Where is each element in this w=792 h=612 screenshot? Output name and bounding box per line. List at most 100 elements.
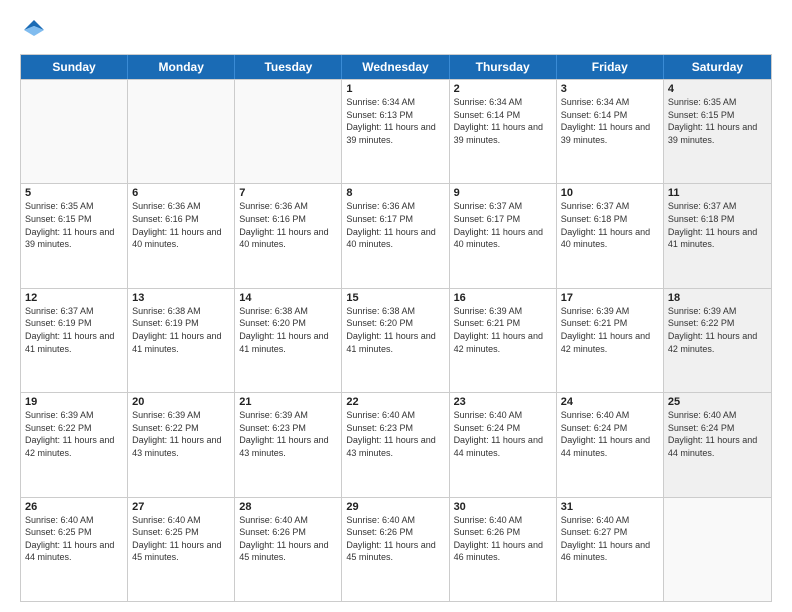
- day-number: 3: [561, 83, 659, 95]
- cell-info: Sunrise: 6:39 AM Sunset: 6:23 PM Dayligh…: [239, 409, 337, 459]
- day-number: 31: [561, 501, 659, 513]
- day-number: 30: [454, 501, 552, 513]
- cal-header-cell-sunday: Sunday: [21, 55, 128, 79]
- cal-cell: 12Sunrise: 6:37 AM Sunset: 6:19 PM Dayli…: [21, 289, 128, 392]
- cell-info: Sunrise: 6:36 AM Sunset: 6:16 PM Dayligh…: [239, 200, 337, 250]
- cell-info: Sunrise: 6:34 AM Sunset: 6:14 PM Dayligh…: [561, 96, 659, 146]
- day-number: 4: [668, 83, 767, 95]
- day-number: 29: [346, 501, 444, 513]
- cell-info: Sunrise: 6:40 AM Sunset: 6:24 PM Dayligh…: [454, 409, 552, 459]
- cal-cell: 17Sunrise: 6:39 AM Sunset: 6:21 PM Dayli…: [557, 289, 664, 392]
- header: [20, 16, 772, 44]
- day-number: 25: [668, 396, 767, 408]
- day-number: 1: [346, 83, 444, 95]
- day-number: 10: [561, 187, 659, 199]
- day-number: 11: [668, 187, 767, 199]
- page: SundayMondayTuesdayWednesdayThursdayFrid…: [0, 0, 792, 612]
- cell-info: Sunrise: 6:37 AM Sunset: 6:17 PM Dayligh…: [454, 200, 552, 250]
- cell-info: Sunrise: 6:38 AM Sunset: 6:19 PM Dayligh…: [132, 305, 230, 355]
- cal-week-row-4: 26 Sunrise: 6:40 AM Sunset: 6:25 PM Dayli…: [21, 497, 771, 601]
- day-number: 23: [454, 396, 552, 408]
- cell-info: Sunrise: 6:40 AM Sunset: 6:26 PM Dayligh…: [239, 514, 337, 564]
- day-number: 21: [239, 396, 337, 408]
- cal-cell: 3Sunrise: 6:34 AM Sunset: 6:14 PM Daylig…: [557, 80, 664, 183]
- cal-cell: 6Sunrise: 6:36 AM Sunset: 6:16 PM Daylig…: [128, 184, 235, 287]
- cell-info: Sunrise: 6:35 AM Sunset: 6:15 PM Dayligh…: [668, 96, 767, 146]
- calendar-header-row: SundayMondayTuesdayWednesdayThursdayFrid…: [21, 55, 771, 79]
- cell-info: Sunrise: 6:40 AM Sunset: 6:25 PM Dayligh…: [132, 514, 230, 564]
- cal-cell: 7Sunrise: 6:36 AM Sunset: 6:16 PM Daylig…: [235, 184, 342, 287]
- cal-cell: 29Sunrise: 6:40 AM Sunset: 6:26 PM Dayli…: [342, 498, 449, 601]
- cal-cell: 23Sunrise: 6:40 AM Sunset: 6:24 PM Dayli…: [450, 393, 557, 496]
- day-number: 5: [25, 187, 123, 199]
- cal-cell: 13Sunrise: 6:38 AM Sunset: 6:19 PM Dayli…: [128, 289, 235, 392]
- cal-cell: 27Sunrise: 6:40 AM Sunset: 6:25 PM Dayli…: [128, 498, 235, 601]
- cal-cell: 1Sunrise: 6:34 AM Sunset: 6:13 PM Daylig…: [342, 80, 449, 183]
- day-number: 2: [454, 83, 552, 95]
- cell-info: Sunrise: 6:39 AM Sunset: 6:21 PM Dayligh…: [454, 305, 552, 355]
- cal-cell: [235, 80, 342, 183]
- cell-info: Sunrise: 6:39 AM Sunset: 6:21 PM Dayligh…: [561, 305, 659, 355]
- cell-info: Sunrise: 6:40 AM Sunset: 6:26 PM Dayligh…: [454, 514, 552, 564]
- cell-info: Sunrise: 6:34 AM Sunset: 6:14 PM Dayligh…: [454, 96, 552, 146]
- cal-cell: 8Sunrise: 6:36 AM Sunset: 6:17 PM Daylig…: [342, 184, 449, 287]
- calendar: SundayMondayTuesdayWednesdayThursdayFrid…: [20, 54, 772, 602]
- cell-info: Sunrise: 6:40 AM Sunset: 6:26 PM Dayligh…: [346, 514, 444, 564]
- cal-cell: 28Sunrise: 6:40 AM Sunset: 6:26 PM Dayli…: [235, 498, 342, 601]
- cal-cell: 25Sunrise: 6:40 AM Sunset: 6:24 PM Dayli…: [664, 393, 771, 496]
- cal-header-cell-saturday: Saturday: [664, 55, 771, 79]
- day-number: 14: [239, 292, 337, 304]
- cal-week-row-1: 5Sunrise: 6:35 AM Sunset: 6:15 PM Daylig…: [21, 183, 771, 287]
- cell-info: Sunrise: 6:36 AM Sunset: 6:17 PM Dayligh…: [346, 200, 444, 250]
- cell-info: Sunrise: 6:39 AM Sunset: 6:22 PM Dayligh…: [668, 305, 767, 355]
- cal-cell: 16Sunrise: 6:39 AM Sunset: 6:21 PM Dayli…: [450, 289, 557, 392]
- cal-cell: 9Sunrise: 6:37 AM Sunset: 6:17 PM Daylig…: [450, 184, 557, 287]
- cal-cell: 4Sunrise: 6:35 AM Sunset: 6:15 PM Daylig…: [664, 80, 771, 183]
- day-number: 19: [25, 396, 123, 408]
- cell-info: Sunrise: 6:38 AM Sunset: 6:20 PM Dayligh…: [239, 305, 337, 355]
- cal-header-cell-wednesday: Wednesday: [342, 55, 449, 79]
- day-number: 20: [132, 396, 230, 408]
- cal-cell: [21, 80, 128, 183]
- cal-cell: 31Sunrise: 6:40 AM Sunset: 6:27 PM Dayli…: [557, 498, 664, 601]
- cal-cell: [664, 498, 771, 601]
- day-number: 18: [668, 292, 767, 304]
- cal-header-cell-thursday: Thursday: [450, 55, 557, 79]
- cal-cell: 10Sunrise: 6:37 AM Sunset: 6:18 PM Dayli…: [557, 184, 664, 287]
- cell-info: Sunrise: 6:40 AM Sunset: 6:27 PM Dayligh…: [561, 514, 659, 564]
- cal-cell: 5Sunrise: 6:35 AM Sunset: 6:15 PM Daylig…: [21, 184, 128, 287]
- cell-info: Sunrise: 6:39 AM Sunset: 6:22 PM Dayligh…: [132, 409, 230, 459]
- day-number: 26: [25, 501, 123, 513]
- cell-info: Sunrise: 6:39 AM Sunset: 6:22 PM Dayligh…: [25, 409, 123, 459]
- cal-cell: 15Sunrise: 6:38 AM Sunset: 6:20 PM Dayli…: [342, 289, 449, 392]
- day-number: 28: [239, 501, 337, 513]
- day-number: 17: [561, 292, 659, 304]
- cal-cell: 2Sunrise: 6:34 AM Sunset: 6:14 PM Daylig…: [450, 80, 557, 183]
- cell-info: Sunrise: 6:40 AM Sunset: 6:24 PM Dayligh…: [561, 409, 659, 459]
- cal-cell: 21Sunrise: 6:39 AM Sunset: 6:23 PM Dayli…: [235, 393, 342, 496]
- day-number: 7: [239, 187, 337, 199]
- cal-cell: 24Sunrise: 6:40 AM Sunset: 6:24 PM Dayli…: [557, 393, 664, 496]
- day-number: 13: [132, 292, 230, 304]
- day-number: 8: [346, 187, 444, 199]
- cal-week-row-3: 19Sunrise: 6:39 AM Sunset: 6:22 PM Dayli…: [21, 392, 771, 496]
- cell-info: Sunrise: 6:34 AM Sunset: 6:13 PM Dayligh…: [346, 96, 444, 146]
- day-number: 16: [454, 292, 552, 304]
- cell-info: Sunrise: 6:35 AM Sunset: 6:15 PM Dayligh…: [25, 200, 123, 250]
- cell-info: Sunrise: 6:40 AM Sunset: 6:23 PM Dayligh…: [346, 409, 444, 459]
- day-number: 6: [132, 187, 230, 199]
- day-number: 22: [346, 396, 444, 408]
- cal-header-cell-friday: Friday: [557, 55, 664, 79]
- cal-cell: [128, 80, 235, 183]
- day-number: 24: [561, 396, 659, 408]
- cal-cell: 30Sunrise: 6:40 AM Sunset: 6:26 PM Dayli…: [450, 498, 557, 601]
- cell-info: Sunrise: 6:38 AM Sunset: 6:20 PM Dayligh…: [346, 305, 444, 355]
- cal-cell: 26Sunrise: 6:40 AM Sunset: 6:25 PM Dayli…: [21, 498, 128, 601]
- cell-info: Sunrise: 6:37 AM Sunset: 6:18 PM Dayligh…: [668, 200, 767, 250]
- cal-week-row-2: 12Sunrise: 6:37 AM Sunset: 6:19 PM Dayli…: [21, 288, 771, 392]
- cal-cell: 19Sunrise: 6:39 AM Sunset: 6:22 PM Dayli…: [21, 393, 128, 496]
- cal-cell: 22Sunrise: 6:40 AM Sunset: 6:23 PM Dayli…: [342, 393, 449, 496]
- cal-week-row-0: 1Sunrise: 6:34 AM Sunset: 6:13 PM Daylig…: [21, 79, 771, 183]
- cal-cell: 14Sunrise: 6:38 AM Sunset: 6:20 PM Dayli…: [235, 289, 342, 392]
- cal-cell: 20Sunrise: 6:39 AM Sunset: 6:22 PM Dayli…: [128, 393, 235, 496]
